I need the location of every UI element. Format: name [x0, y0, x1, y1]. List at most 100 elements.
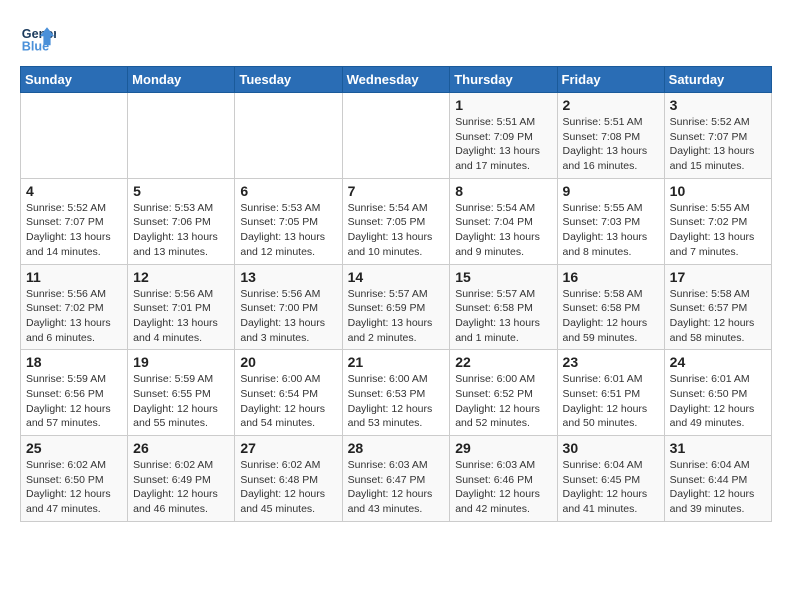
calendar-cell: 25Sunrise: 6:02 AM Sunset: 6:50 PM Dayli…	[21, 436, 128, 522]
calendar-header-row: SundayMondayTuesdayWednesdayThursdayFrid…	[21, 67, 772, 93]
day-number: 2	[563, 97, 659, 113]
calendar-cell: 2 Sunrise: 5:51 AM Sunset: 7:08 PM Daylig…	[557, 93, 664, 179]
calendar-cell: 11Sunrise: 5:56 AM Sunset: 7:02 PM Dayli…	[21, 264, 128, 350]
day-number: 9	[563, 183, 659, 199]
day-detail: Sunrise: 6:02 AM Sunset: 6:49 PM Dayligh…	[133, 458, 229, 517]
day-detail: Sunrise: 6:00 AM Sunset: 6:52 PM Dayligh…	[455, 372, 551, 431]
day-number: 5	[133, 183, 229, 199]
day-number: 24	[670, 354, 766, 370]
day-detail: Sunrise: 5:52 AM Sunset: 7:07 PM Dayligh…	[670, 115, 766, 174]
logo-icon: General Blue	[20, 20, 56, 56]
calendar-cell	[128, 93, 235, 179]
calendar-cell: 24 Sunrise: 6:01 AM Sunset: 6:50 PM Dayli…	[664, 350, 771, 436]
calendar-cell: 16Sunrise: 5:58 AM Sunset: 6:58 PM Dayli…	[557, 264, 664, 350]
calendar-cell: 29 Sunrise: 6:03 AM Sunset: 6:46 PM Dayli…	[450, 436, 557, 522]
day-detail: Sunrise: 5:52 AM Sunset: 7:07 PM Dayligh…	[26, 201, 122, 260]
calendar-cell: 3 Sunrise: 5:52 AM Sunset: 7:07 PM Daylig…	[664, 93, 771, 179]
calendar-cell: 6 Sunrise: 5:53 AM Sunset: 7:05 PM Daylig…	[235, 178, 342, 264]
calendar-week-row: 4 Sunrise: 5:52 AM Sunset: 7:07 PM Daylig…	[21, 178, 772, 264]
calendar-cell	[342, 93, 450, 179]
day-detail: Sunrise: 6:04 AM Sunset: 6:45 PM Dayligh…	[563, 458, 659, 517]
day-detail: Sunrise: 5:58 AM Sunset: 6:58 PM Dayligh…	[563, 287, 659, 346]
calendar-cell: 14Sunrise: 5:57 AM Sunset: 6:59 PM Dayli…	[342, 264, 450, 350]
calendar-cell: 19Sunrise: 5:59 AM Sunset: 6:55 PM Dayli…	[128, 350, 235, 436]
calendar-cell: 31 Sunrise: 6:04 AM Sunset: 6:44 PM Dayli…	[664, 436, 771, 522]
calendar-week-row: 25Sunrise: 6:02 AM Sunset: 6:50 PM Dayli…	[21, 436, 772, 522]
calendar-cell: 18 Sunrise: 5:59 AM Sunset: 6:56 PM Dayli…	[21, 350, 128, 436]
day-number: 18	[26, 354, 122, 370]
day-detail: Sunrise: 5:53 AM Sunset: 7:06 PM Dayligh…	[133, 201, 229, 260]
logo: General Blue	[20, 20, 60, 56]
day-detail: Sunrise: 5:54 AM Sunset: 7:04 PM Dayligh…	[455, 201, 551, 260]
day-number: 1	[455, 97, 551, 113]
calendar-cell	[21, 93, 128, 179]
calendar-week-row: 11Sunrise: 5:56 AM Sunset: 7:02 PM Dayli…	[21, 264, 772, 350]
day-detail: Sunrise: 6:01 AM Sunset: 6:50 PM Dayligh…	[670, 372, 766, 431]
day-detail: Sunrise: 6:03 AM Sunset: 6:46 PM Dayligh…	[455, 458, 551, 517]
day-number: 12	[133, 269, 229, 285]
day-detail: Sunrise: 5:53 AM Sunset: 7:05 PM Dayligh…	[240, 201, 336, 260]
day-detail: Sunrise: 5:55 AM Sunset: 7:03 PM Dayligh…	[563, 201, 659, 260]
day-detail: Sunrise: 6:00 AM Sunset: 6:53 PM Dayligh…	[348, 372, 445, 431]
calendar-cell: 15Sunrise: 5:57 AM Sunset: 6:58 PM Dayli…	[450, 264, 557, 350]
day-of-week-header: Saturday	[664, 67, 771, 93]
calendar-cell: 5 Sunrise: 5:53 AM Sunset: 7:06 PM Daylig…	[128, 178, 235, 264]
page-header: General Blue	[20, 20, 772, 56]
day-number: 29	[455, 440, 551, 456]
day-number: 11	[26, 269, 122, 285]
day-number: 8	[455, 183, 551, 199]
calendar-cell: 1 Sunrise: 5:51 AM Sunset: 7:09 PM Daylig…	[450, 93, 557, 179]
calendar-cell: 13 Sunrise: 5:56 AM Sunset: 7:00 PM Dayli…	[235, 264, 342, 350]
day-of-week-header: Monday	[128, 67, 235, 93]
calendar-cell: 12 Sunrise: 5:56 AM Sunset: 7:01 PM Dayli…	[128, 264, 235, 350]
day-detail: Sunrise: 6:01 AM Sunset: 6:51 PM Dayligh…	[563, 372, 659, 431]
day-number: 10	[670, 183, 766, 199]
day-detail: Sunrise: 5:58 AM Sunset: 6:57 PM Dayligh…	[670, 287, 766, 346]
day-number: 26	[133, 440, 229, 456]
day-detail: Sunrise: 6:04 AM Sunset: 6:44 PM Dayligh…	[670, 458, 766, 517]
calendar-cell: 26 Sunrise: 6:02 AM Sunset: 6:49 PM Dayli…	[128, 436, 235, 522]
day-number: 14	[348, 269, 445, 285]
calendar-cell: 17 Sunrise: 5:58 AM Sunset: 6:57 PM Dayli…	[664, 264, 771, 350]
day-number: 21	[348, 354, 445, 370]
day-detail: Sunrise: 5:56 AM Sunset: 7:01 PM Dayligh…	[133, 287, 229, 346]
calendar-cell: 8 Sunrise: 5:54 AM Sunset: 7:04 PM Daylig…	[450, 178, 557, 264]
calendar-table: SundayMondayTuesdayWednesdayThursdayFrid…	[20, 66, 772, 522]
day-of-week-header: Sunday	[21, 67, 128, 93]
day-detail: Sunrise: 6:00 AM Sunset: 6:54 PM Dayligh…	[240, 372, 336, 431]
calendar-cell: 28 Sunrise: 6:03 AM Sunset: 6:47 PM Dayli…	[342, 436, 450, 522]
day-detail: Sunrise: 5:56 AM Sunset: 7:00 PM Dayligh…	[240, 287, 336, 346]
calendar-cell: 27 Sunrise: 6:02 AM Sunset: 6:48 PM Dayli…	[235, 436, 342, 522]
calendar-cell: 10 Sunrise: 5:55 AM Sunset: 7:02 PM Dayli…	[664, 178, 771, 264]
day-detail: Sunrise: 6:02 AM Sunset: 6:50 PM Dayligh…	[26, 458, 122, 517]
day-number: 27	[240, 440, 336, 456]
day-number: 13	[240, 269, 336, 285]
day-of-week-header: Wednesday	[342, 67, 450, 93]
day-detail: Sunrise: 6:03 AM Sunset: 6:47 PM Dayligh…	[348, 458, 445, 517]
day-number: 6	[240, 183, 336, 199]
day-number: 17	[670, 269, 766, 285]
calendar-week-row: 18 Sunrise: 5:59 AM Sunset: 6:56 PM Dayli…	[21, 350, 772, 436]
calendar-cell: 9 Sunrise: 5:55 AM Sunset: 7:03 PM Daylig…	[557, 178, 664, 264]
calendar-cell: 30 Sunrise: 6:04 AM Sunset: 6:45 PM Dayli…	[557, 436, 664, 522]
calendar-cell: 4 Sunrise: 5:52 AM Sunset: 7:07 PM Daylig…	[21, 178, 128, 264]
day-detail: Sunrise: 5:51 AM Sunset: 7:09 PM Dayligh…	[455, 115, 551, 174]
day-number: 22	[455, 354, 551, 370]
day-number: 31	[670, 440, 766, 456]
calendar-cell: 20Sunrise: 6:00 AM Sunset: 6:54 PM Dayli…	[235, 350, 342, 436]
calendar-cell: 7Sunrise: 5:54 AM Sunset: 7:05 PM Daylig…	[342, 178, 450, 264]
day-number: 30	[563, 440, 659, 456]
day-of-week-header: Thursday	[450, 67, 557, 93]
day-number: 28	[348, 440, 445, 456]
day-detail: Sunrise: 5:51 AM Sunset: 7:08 PM Dayligh…	[563, 115, 659, 174]
day-number: 3	[670, 97, 766, 113]
day-detail: Sunrise: 6:02 AM Sunset: 6:48 PM Dayligh…	[240, 458, 336, 517]
day-of-week-header: Friday	[557, 67, 664, 93]
day-detail: Sunrise: 5:55 AM Sunset: 7:02 PM Dayligh…	[670, 201, 766, 260]
day-number: 4	[26, 183, 122, 199]
calendar-week-row: 1 Sunrise: 5:51 AM Sunset: 7:09 PM Daylig…	[21, 93, 772, 179]
calendar-cell: 22 Sunrise: 6:00 AM Sunset: 6:52 PM Dayli…	[450, 350, 557, 436]
calendar-cell	[235, 93, 342, 179]
day-of-week-header: Tuesday	[235, 67, 342, 93]
day-detail: Sunrise: 5:59 AM Sunset: 6:56 PM Dayligh…	[26, 372, 122, 431]
